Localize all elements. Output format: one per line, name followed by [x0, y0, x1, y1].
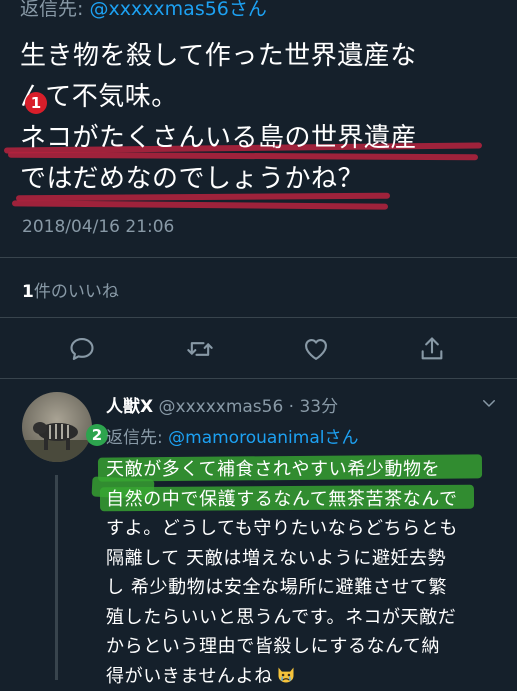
divider	[0, 317, 517, 318]
reply-to-label: 返信先:	[20, 0, 83, 20]
reply-to-handle-link[interactable]: @mamorouanimal	[163, 428, 325, 448]
reply-to-label: 返信先:	[106, 428, 163, 448]
reply-text-line: すよ。どうしても守りたいならどちらとも	[106, 514, 506, 544]
reply-to-suffix: さん	[229, 0, 267, 20]
reply-text-line: からという理由で皆殺しにするなんて納	[106, 632, 506, 662]
reply-text-line: 自然の中で保護するなんて無茶苦茶なんで	[106, 485, 506, 515]
tweet-text-line: んて不気味。	[20, 77, 500, 118]
crying-cat-face-icon	[276, 665, 296, 685]
red-annotation-stroke	[12, 200, 388, 209]
tweet-timestamp: 2018/04/16 21:06	[22, 217, 174, 237]
reply-text-line: 天敵が多くて補食されやすい希少動物を	[106, 455, 506, 485]
like-icon[interactable]	[302, 335, 330, 363]
tiger-avatar-image	[22, 392, 92, 462]
annotation-badge-1: 1	[25, 92, 47, 114]
divider	[0, 257, 517, 258]
avatar[interactable]	[22, 392, 92, 462]
reply-author-header: 人獣X @xxxxxmas56 · 33分	[106, 392, 338, 417]
reply-text-line: 得がいきませんよね	[106, 666, 273, 687]
thread-connector	[55, 475, 58, 680]
retweet-icon[interactable]	[186, 335, 214, 363]
tweet-text-line: ネコがたくさんいる島の世界遺産	[20, 118, 500, 159]
reply-text-line: 隔離して 天敵は増えないように避妊去勢	[106, 544, 506, 574]
author-handle-and-time: @xxxxxmas56 · 33分	[153, 397, 338, 417]
reply-text-last-line: 得がいきませんよね	[106, 662, 506, 691]
tweet-text-line: ではだめなのでしょうかね？	[20, 159, 500, 200]
reply-to-handle-link[interactable]: @xxxxxmas56	[83, 0, 229, 20]
reply-text-line: 殖したらいいと思うんです。ネコが天敵だ	[106, 603, 506, 633]
reply-text-line: し 希少動物は安全な場所に避難させて繁	[106, 573, 506, 603]
reply-to-line: 返信先: @mamorouanimalさん	[106, 423, 358, 448]
reply-tweet-text: 天敵が多くて補食されやすい希少動物を 自然の中で保護するなんて無茶苦茶なんで す…	[106, 455, 506, 691]
likes-count[interactable]: 1件のいいね	[22, 277, 119, 302]
reply-to-line: 返信先: @xxxxxmas56さん	[20, 0, 267, 21]
annotation-badge-2: 2	[86, 424, 108, 446]
tweet-text-line: 生き物を殺して作った世界遺産な	[20, 36, 500, 77]
chevron-down-icon[interactable]	[480, 394, 498, 412]
tweet-text: 生き物を殺して作った世界遺産な んて不気味。 ネコがたくさんいる島の世界遺産 で…	[20, 36, 500, 200]
share-icon[interactable]	[418, 335, 446, 363]
likes-label: 件のいいね	[34, 282, 119, 302]
divider	[0, 378, 517, 379]
reply-to-suffix: さん	[324, 428, 358, 448]
likes-number: 1	[22, 282, 34, 302]
reply-icon[interactable]	[68, 335, 96, 363]
author-display-name[interactable]: 人獣X	[106, 397, 153, 417]
